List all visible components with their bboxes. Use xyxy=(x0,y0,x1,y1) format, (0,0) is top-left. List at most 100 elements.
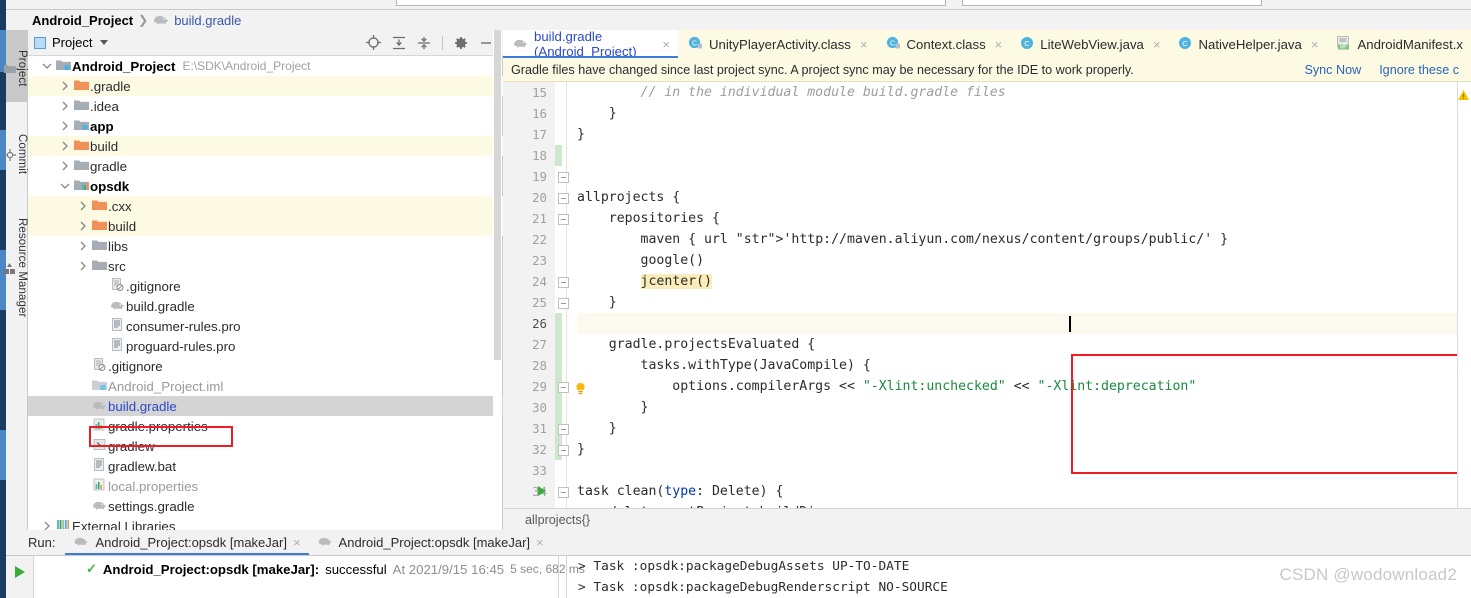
node-icon-wrap xyxy=(90,458,108,474)
code-structure-breadcrumb[interactable]: allprojects{} xyxy=(503,508,1471,530)
fold-icon[interactable] xyxy=(558,382,569,393)
tree-node[interactable]: gradle xyxy=(28,156,503,176)
run-result-row[interactable]: ✓ Android_Project:opsdk [makeJar]: succe… xyxy=(86,561,585,577)
chevron-down-icon[interactable] xyxy=(100,40,108,45)
sync-now-link[interactable]: Sync Now xyxy=(1304,63,1361,77)
close-icon[interactable]: × xyxy=(1153,37,1161,52)
tree-node[interactable]: .idea xyxy=(28,96,503,116)
run-tab-label: Android_Project:opsdk [makeJar] xyxy=(339,535,530,550)
close-icon[interactable]: × xyxy=(293,535,301,550)
gear-icon[interactable] xyxy=(454,36,468,50)
chevron-right-icon[interactable] xyxy=(76,221,90,231)
close-icon[interactable]: × xyxy=(1311,37,1319,52)
editor-tab-3[interactable]: CLiteWebView.java× xyxy=(1010,30,1168,58)
tree-node[interactable]: local.properties xyxy=(28,476,503,496)
chevron-right-icon[interactable] xyxy=(76,241,90,251)
code-editor[interactable]: 1516171819202122232425262728293031323334… xyxy=(503,82,1471,530)
breadcrumb-project[interactable]: Android_Project xyxy=(32,13,133,28)
code-line: } xyxy=(577,124,585,145)
tree-node[interactable]: consumer-rules.pro xyxy=(28,316,503,336)
tree-node[interactable]: src xyxy=(28,256,503,276)
inspection-scrollbar[interactable] xyxy=(1457,82,1471,530)
tree-node[interactable]: .gradle xyxy=(28,76,503,96)
tree-node[interactable]: build xyxy=(28,216,503,236)
run-tab-1[interactable]: Android_Project:opsdk [makeJar] × xyxy=(309,529,552,555)
toolbar-field-2[interactable] xyxy=(962,0,1262,6)
editor-tab-5[interactable]: MFAndroidManifest.x xyxy=(1326,30,1471,58)
chevron-right-icon[interactable] xyxy=(58,161,72,171)
tree-node[interactable]: .cxx xyxy=(28,196,503,216)
fold-icon[interactable] xyxy=(558,193,569,204)
breadcrumb-file[interactable]: build.gradle xyxy=(174,13,241,28)
tree-node[interactable]: build.gradle xyxy=(28,296,503,316)
tree-node[interactable]: gradle.properties xyxy=(28,416,503,436)
run-result-time: At 2021/9/15 16:45 xyxy=(393,562,504,577)
run-tab-0[interactable]: Android_Project:opsdk [makeJar] × xyxy=(65,529,308,555)
tree-node[interactable]: gradlew xyxy=(28,436,503,456)
chevron-right-icon[interactable] xyxy=(40,521,54,530)
node-icon-wrap xyxy=(90,358,108,374)
fold-icon[interactable] xyxy=(558,277,569,288)
close-icon[interactable]: × xyxy=(662,37,670,52)
project-view-selector[interactable]: Project xyxy=(34,35,108,50)
module-folder-icon xyxy=(74,119,89,134)
close-icon[interactable]: × xyxy=(995,37,1003,52)
grey-folder-icon xyxy=(92,259,107,274)
collapse-all-icon[interactable] xyxy=(417,36,431,50)
sidebar-item-resource-manager[interactable]: Resource Manager xyxy=(6,202,28,330)
run-result-status: successful xyxy=(325,562,387,577)
chevron-right-icon[interactable] xyxy=(58,121,72,131)
run-play-icon[interactable] xyxy=(14,565,26,582)
chevron-right-icon[interactable] xyxy=(58,81,72,91)
chevron-down-icon[interactable] xyxy=(40,62,54,70)
toolbar-field-1[interactable] xyxy=(396,0,946,6)
editor-tab-4[interactable]: CNativeHelper.java× xyxy=(1168,30,1326,58)
tree-node[interactable]: .gitignore xyxy=(28,276,503,296)
minimize-icon[interactable] xyxy=(479,36,493,50)
tree-node[interactable]: proguard-rules.pro xyxy=(28,336,503,356)
line-number-gutter[interactable]: 1516171819202122232425262728293031323334… xyxy=(503,82,555,530)
sidebar-item-commit[interactable]: Commit xyxy=(6,118,28,186)
sidebar-item-project[interactable]: Project xyxy=(6,30,28,102)
fold-icon[interactable] xyxy=(558,424,569,435)
tree-node[interactable]: .gitignore xyxy=(28,356,503,376)
run-gutter-icon[interactable] xyxy=(538,486,546,496)
run-result-tree[interactable]: ✓ Android_Project:opsdk [makeJar]: succe… xyxy=(34,556,559,598)
editor-tab-0[interactable]: build.gradle (Android_Project)× xyxy=(503,30,678,58)
node-icon-wrap xyxy=(90,199,108,214)
chevron-right-icon[interactable] xyxy=(58,101,72,111)
code-text[interactable]: // in the individual module build.gradle… xyxy=(577,82,1471,530)
fold-icon[interactable] xyxy=(558,214,569,225)
chevron-right-icon[interactable] xyxy=(76,261,90,271)
ignore-these-changes-link[interactable]: Ignore these c xyxy=(1379,63,1459,77)
tree-node[interactable]: External Libraries xyxy=(28,516,503,530)
chevron-right-icon[interactable] xyxy=(58,141,72,151)
expand-all-icon[interactable] xyxy=(392,36,406,50)
fold-icon[interactable] xyxy=(558,487,569,498)
project-tree-scrollbar[interactable] xyxy=(493,30,502,504)
tree-node[interactable]: gradlew.bat xyxy=(28,456,503,476)
editor-tab-2[interactable]: CContext.class× xyxy=(876,30,1011,58)
tree-node[interactable]: Android_ProjectE:\SDK\Android_Project xyxy=(28,56,503,76)
tree-node[interactable]: libs xyxy=(28,236,503,256)
tree-node-label: build.gradle xyxy=(126,299,195,314)
close-icon[interactable]: × xyxy=(860,37,868,52)
fold-icon[interactable] xyxy=(558,445,569,456)
fold-icon[interactable] xyxy=(558,298,569,309)
tree-node[interactable]: settings.gradle xyxy=(28,496,503,516)
chevron-down-icon[interactable] xyxy=(58,182,72,190)
chevron-right-icon[interactable] xyxy=(76,201,90,211)
close-icon[interactable]: × xyxy=(536,535,544,550)
editor-tab-1[interactable]: CUnityPlayerActivity.class× xyxy=(678,30,876,58)
tree-node[interactable]: opsdk xyxy=(28,176,503,196)
locate-target-icon[interactable] xyxy=(366,35,381,50)
tree-node[interactable]: build.gradle xyxy=(28,396,503,416)
tree-node-label: build xyxy=(108,219,136,234)
tree-node[interactable]: app xyxy=(28,116,503,136)
fold-icon[interactable] xyxy=(558,172,569,183)
tree-node[interactable]: Android_Project.iml xyxy=(28,376,503,396)
project-tree[interactable]: Android_ProjectE:\SDK\Android_Project.gr… xyxy=(28,56,503,530)
gradle-elephant-icon xyxy=(317,535,333,550)
warning-triangle-icon[interactable] xyxy=(1458,88,1469,103)
tree-node[interactable]: build xyxy=(28,136,503,156)
